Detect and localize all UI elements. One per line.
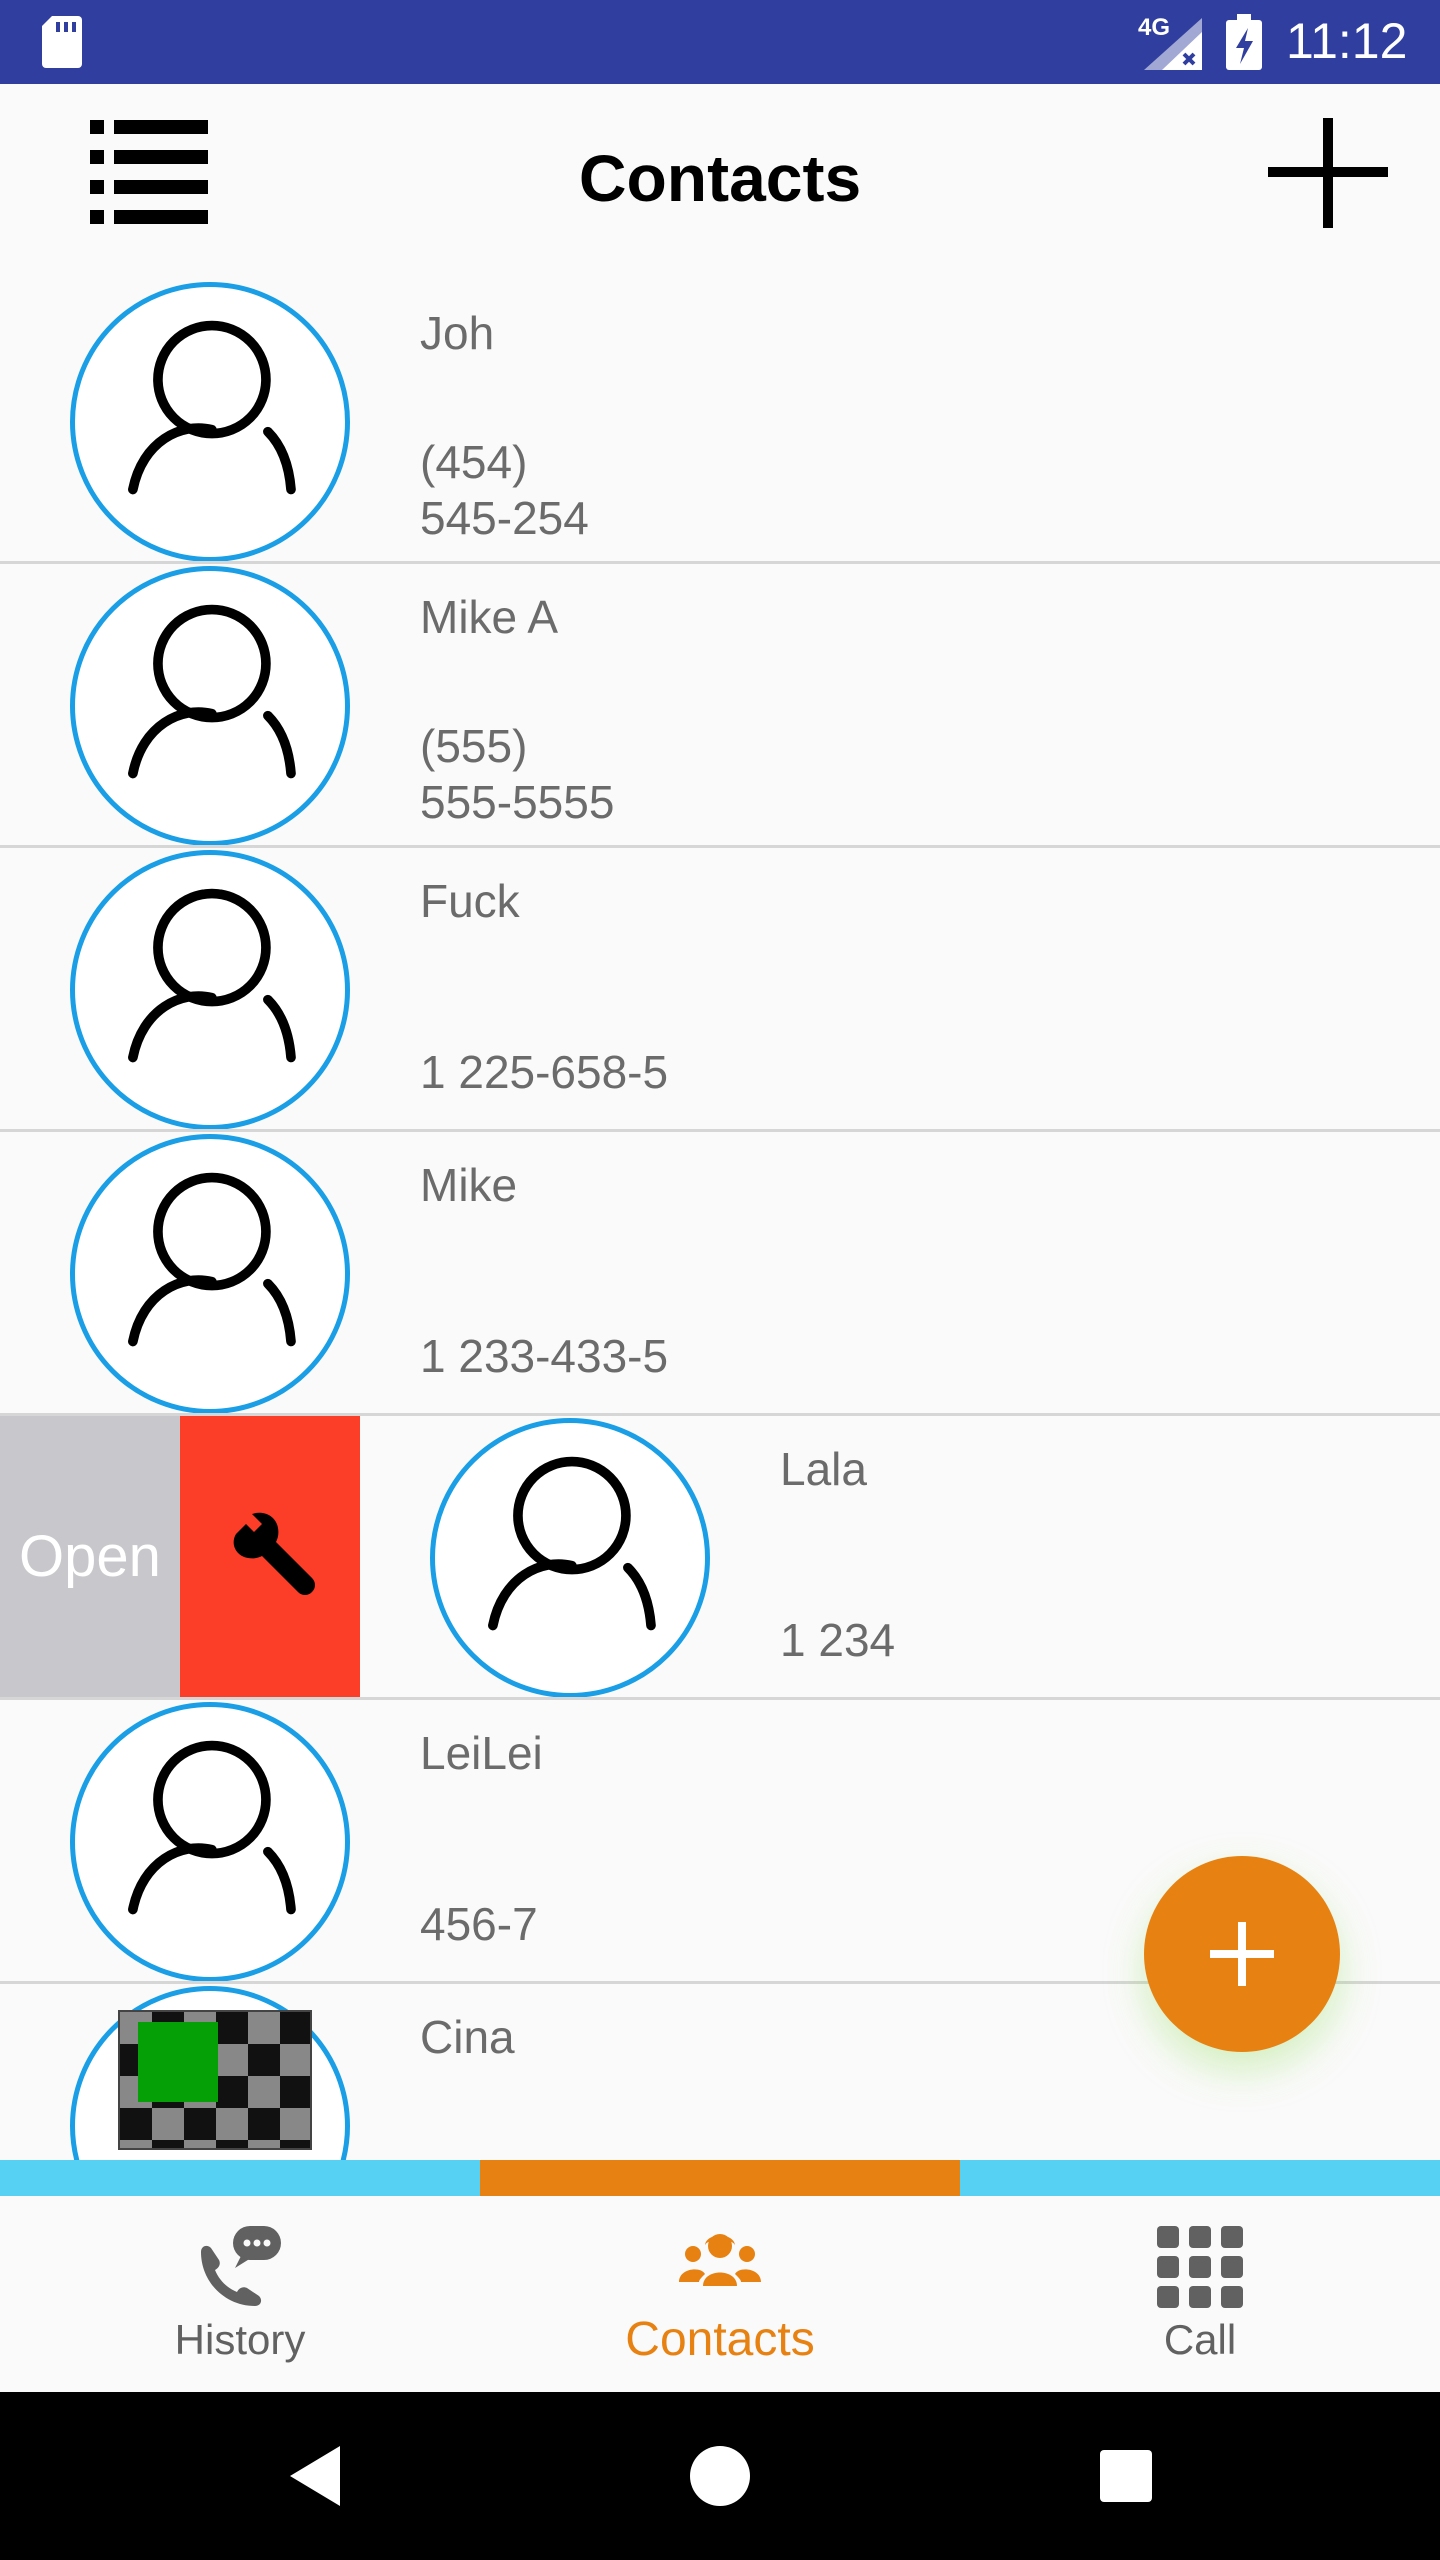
system-navigation-bar xyxy=(0,2392,1440,2560)
bottom-navigation: History Contacts Call xyxy=(0,2196,1440,2392)
person-icon xyxy=(128,1740,296,1915)
tab-indicator-history xyxy=(0,2160,480,2196)
add-contact-icon[interactable] xyxy=(1268,118,1388,228)
plus-icon xyxy=(1210,1922,1274,1986)
tab-indicator-contacts xyxy=(480,2160,960,2196)
contact-row[interactable]: Mike A (555) 555-5555 xyxy=(0,564,1440,848)
avatar xyxy=(70,850,350,1130)
back-icon[interactable] xyxy=(282,2440,354,2512)
avatar xyxy=(70,1134,350,1414)
avatar xyxy=(430,1418,710,1698)
tab-contacts[interactable]: Contacts xyxy=(480,2196,960,2392)
person-icon xyxy=(128,888,296,1063)
sd-card-icon xyxy=(42,16,82,68)
tab-call[interactable]: Call xyxy=(960,2196,1440,2392)
contact-phone: (555) 555-5555 xyxy=(420,720,615,828)
contact-row[interactable]: Mike 1 233-433-5 xyxy=(0,1132,1440,1416)
signal-icon xyxy=(1144,18,1202,70)
avatar xyxy=(70,282,350,562)
page-title: Contacts xyxy=(578,141,862,215)
contact-phone: 1 233-433-5 xyxy=(420,1330,669,1382)
photo-green-square xyxy=(138,2022,218,2102)
contact-name: Fuck xyxy=(420,875,520,927)
tab-contacts-label: Contacts xyxy=(625,2313,815,2366)
person-icon xyxy=(128,320,296,495)
add-fab-button[interactable] xyxy=(1144,1856,1340,2052)
tab-history-label: History xyxy=(174,2316,306,2363)
contact-phone: (454) 545-254 xyxy=(420,436,589,544)
avatar xyxy=(70,1702,350,1982)
wrench-icon xyxy=(233,1512,315,1595)
clock: 11:12 xyxy=(1286,13,1408,69)
contact-row[interactable]: Joh (454) 545-254 xyxy=(0,280,1440,564)
tab-indicator-call xyxy=(960,2160,1440,2196)
contact-name: LeiLei xyxy=(420,1727,543,1779)
home-icon[interactable] xyxy=(684,2440,756,2512)
settings-action-button[interactable] xyxy=(180,1416,360,1697)
contact-name: Lala xyxy=(780,1443,867,1495)
contact-phone: 1 234 xyxy=(780,1614,896,1666)
contact-photo xyxy=(118,2010,312,2150)
dialpad-icon xyxy=(1157,2226,1243,2308)
open-action-button[interactable]: Open xyxy=(0,1416,180,1697)
phone-chat-icon xyxy=(201,2226,281,2306)
tab-history[interactable]: History xyxy=(0,2196,480,2392)
contact-phone: 456-7 xyxy=(420,1898,538,1950)
battery-charging-icon xyxy=(1226,14,1262,70)
group-icon xyxy=(679,2234,761,2286)
app-bar: Contacts xyxy=(0,84,1440,280)
contact-row-swiped[interactable]: Open Lala 1 234 xyxy=(0,1416,1440,1700)
avatar xyxy=(70,566,350,846)
contact-name: Joh xyxy=(420,307,495,359)
contact-row-content[interactable]: Lala 1 234 xyxy=(360,1416,1440,1700)
recents-icon[interactable] xyxy=(1090,2440,1162,2512)
contact-row[interactable]: Fuck 1 225-658-5 xyxy=(0,848,1440,1132)
contact-phone: 1 225-658-5 xyxy=(420,1046,669,1098)
person-icon xyxy=(128,604,296,779)
contact-name: Cina xyxy=(420,2011,515,2063)
tab-call-label: Call xyxy=(1163,2316,1237,2363)
contact-name: Mike A xyxy=(420,591,559,643)
person-icon xyxy=(488,1456,656,1631)
person-icon xyxy=(128,1172,296,1347)
contact-name: Mike xyxy=(420,1159,518,1211)
status-bar: 4G 11:12 xyxy=(0,0,1440,84)
tab-indicator xyxy=(0,2160,1440,2196)
